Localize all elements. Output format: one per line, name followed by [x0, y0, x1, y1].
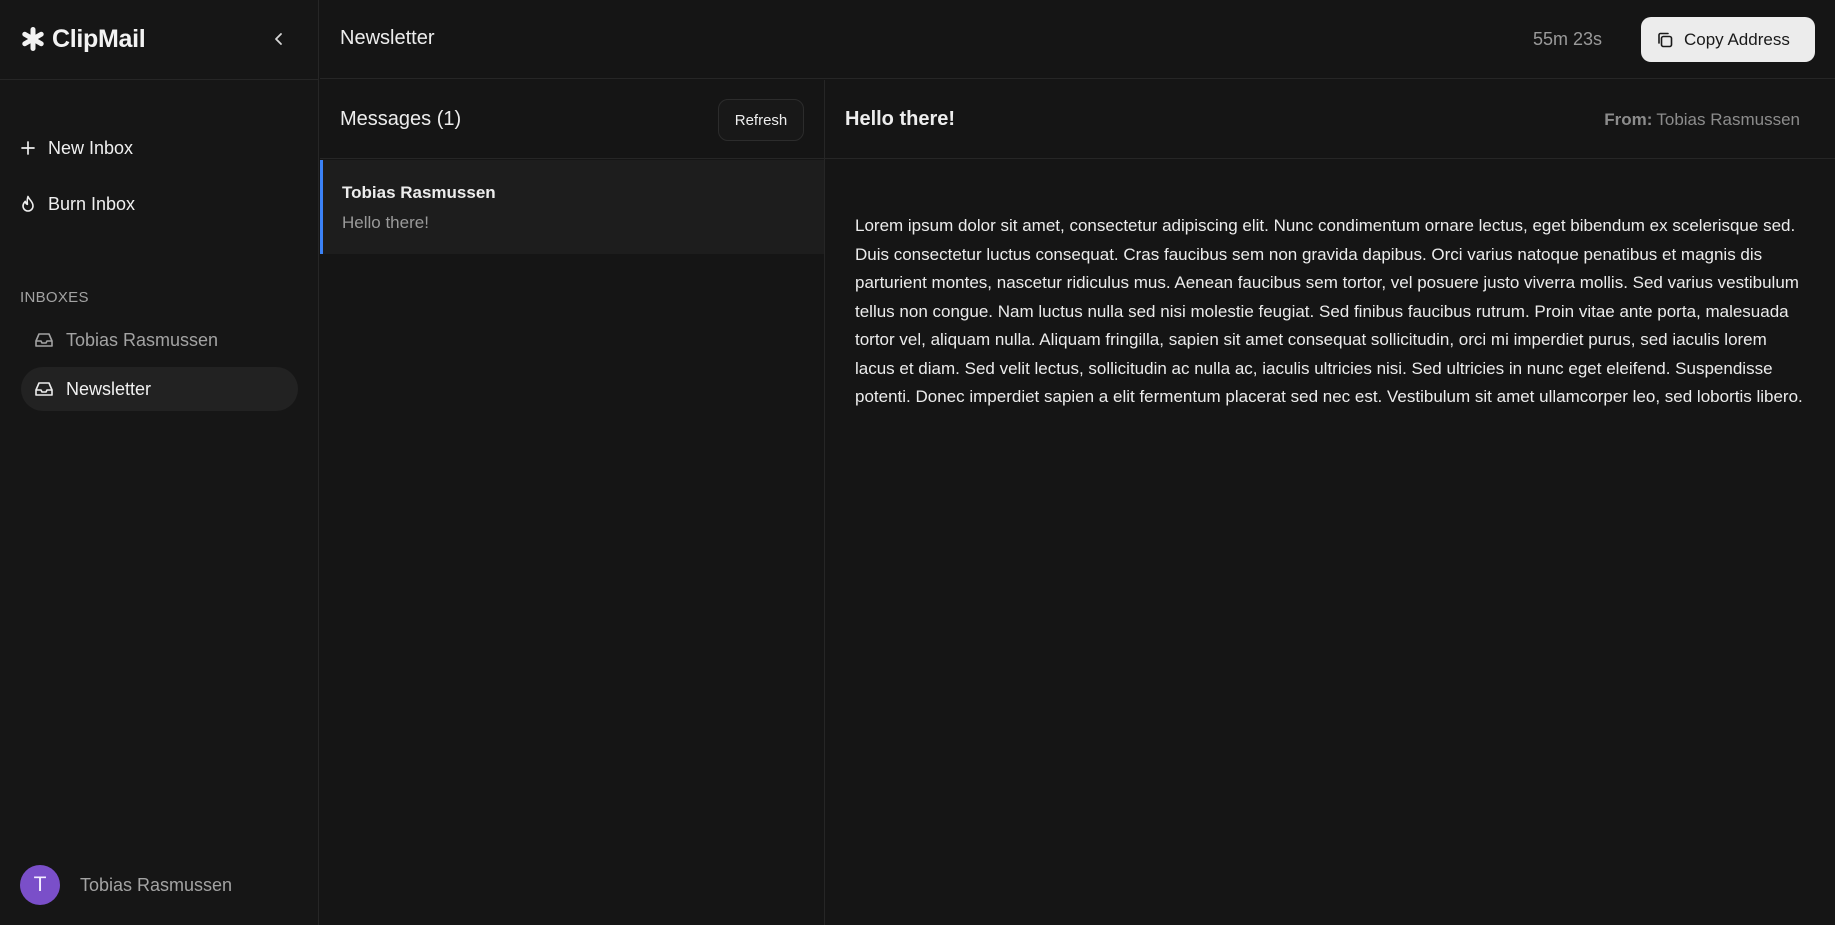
burn-inbox-button[interactable]: Burn Inbox — [20, 190, 135, 218]
reader-header: Hello there! From: Tobias Rasmussen — [825, 80, 1835, 159]
user-profile[interactable]: T Tobias Rasmussen — [20, 865, 232, 905]
sidebar-item-tobias-rasmussen[interactable]: Tobias Rasmussen — [21, 318, 298, 362]
inbox-label: Newsletter — [66, 378, 152, 399]
new-inbox-button[interactable]: New Inbox — [20, 134, 133, 162]
inboxes-section-label: INBOXES — [20, 289, 89, 306]
from-value: Tobias Rasmussen — [1656, 110, 1800, 129]
message-sender: Tobias Rasmussen — [342, 183, 496, 202]
sidebar: ClipMail New Inbox Burn Inbox INBOXES To… — [0, 0, 319, 925]
sidebar-item-newsletter[interactable]: Newsletter — [21, 367, 298, 411]
burn-inbox-label: Burn Inbox — [48, 193, 136, 214]
messages-header: Messages (1) Refresh — [320, 80, 824, 159]
message-reader: Hello there! From: Tobias Rasmussen Lorem… — [825, 80, 1835, 925]
inbox-icon — [34, 331, 54, 349]
messages-title: Messages (1) — [340, 108, 462, 130]
top-header: Newsletter 55m 23s Copy Address — [320, 0, 1835, 79]
avatar: T — [20, 865, 60, 905]
message-from: From: Tobias Rasmussen — [1604, 110, 1800, 130]
new-inbox-label: New Inbox — [48, 137, 134, 158]
messages-panel: Messages (1) Refresh Tobias Rasmussen He… — [320, 80, 825, 925]
user-name: Tobias Rasmussen — [80, 874, 233, 895]
plus-icon — [20, 140, 36, 156]
chevron-left-icon — [273, 32, 285, 46]
page-title: Newsletter — [340, 27, 435, 49]
inbox-label: Tobias Rasmussen — [66, 329, 219, 350]
copy-address-label: Copy Address — [1684, 29, 1790, 49]
asterisk-logo-icon — [20, 26, 46, 52]
from-label: From: — [1604, 110, 1653, 129]
refresh-button[interactable]: Refresh — [718, 99, 804, 141]
collapse-sidebar-button[interactable] — [268, 28, 290, 50]
sidebar-divider — [0, 79, 319, 80]
app-name: ClipMail — [52, 24, 146, 53]
list-item[interactable]: Tobias Rasmussen Hello there! — [320, 160, 824, 254]
brand-logo[interactable]: ClipMail — [20, 22, 146, 56]
copy-address-button[interactable]: Copy Address — [1641, 17, 1815, 62]
expiry-timer: 55m 23s — [1533, 29, 1603, 49]
inbox-icon — [34, 380, 54, 398]
message-title: Hello there! — [845, 108, 956, 130]
message-body: Lorem ipsum dolor sit amet, consectetur … — [855, 216, 1803, 406]
message-subject: Hello there! — [342, 213, 429, 232]
flame-icon — [20, 195, 36, 213]
copy-icon — [1656, 31, 1674, 49]
